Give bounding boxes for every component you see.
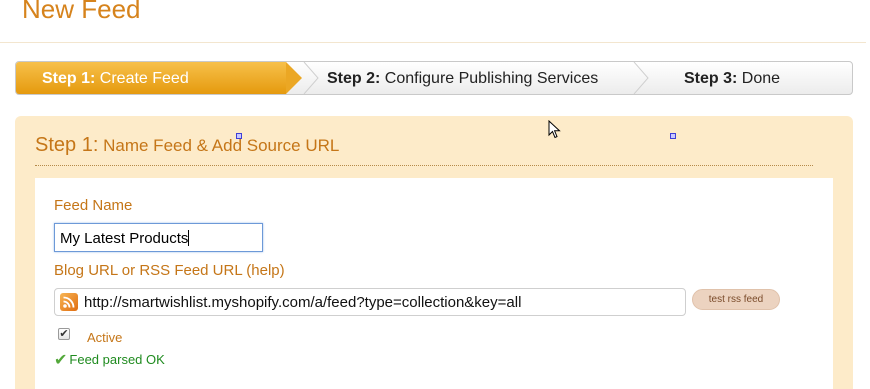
step-3-label: Done: [737, 70, 781, 87]
mouse-cursor-icon: [548, 120, 561, 139]
feed-form: Feed Name My Latest Products Blog URL or…: [35, 178, 833, 389]
page-title: New Feed: [22, 0, 141, 24]
title-divider: [0, 42, 866, 43]
step-separator: [303, 62, 319, 94]
step-3-done[interactable]: Step 3: Done: [684, 62, 780, 94]
active-label: Active: [87, 330, 123, 345]
step-1-arrow: [286, 62, 302, 94]
rss-icon: [60, 293, 78, 311]
feed-status: ✔ Feed parsed OK: [54, 350, 165, 370]
text-caret: [188, 230, 190, 246]
feed-name-value: My Latest Products: [60, 230, 189, 247]
active-checkbox[interactable]: ✔: [58, 328, 70, 340]
checkmark-icon: ✔: [54, 352, 68, 369]
step-1-label: Create Feed: [95, 70, 189, 87]
test-rss-feed-button[interactable]: test rss feed: [692, 289, 780, 310]
feed-name-label: Feed Name: [54, 197, 133, 214]
step-3-number: Step 3:: [684, 70, 738, 87]
step-progress-bar: Step 1: Create Feed Step 2: Configure Pu…: [15, 61, 853, 95]
step-separator: [633, 62, 649, 94]
source-url-value: http://smartwishlist.myshopify.com/a/fee…: [84, 294, 522, 311]
panel-heading-step: Step 1:: [35, 134, 99, 156]
panel-divider: [35, 165, 813, 166]
source-url-label[interactable]: Blog URL or RSS Feed URL (help): [54, 262, 285, 279]
panel-heading: Step 1: Name Feed & Add Source URL: [35, 134, 339, 157]
resize-handle[interactable]: [670, 133, 676, 139]
step-2-number: Step 2:: [327, 70, 381, 87]
feed-status-text: Feed parsed OK: [69, 352, 165, 367]
source-url-input[interactable]: http://smartwishlist.myshopify.com/a/fee…: [54, 288, 686, 316]
step-1-number: Step 1:: [42, 70, 96, 87]
step-1-create-feed[interactable]: Step 1: Create Feed: [16, 62, 286, 94]
step-1-panel: Step 1: Name Feed & Add Source URL Feed …: [15, 116, 853, 389]
resize-handle[interactable]: [236, 133, 242, 139]
new-feed-page: New Feed Step 1: Create Feed Step 2: Con…: [0, 0, 870, 389]
panel-heading-text: Name Feed & Add Source URL: [98, 136, 340, 155]
feed-name-input[interactable]: My Latest Products: [54, 223, 263, 252]
step-2-configure-publishing[interactable]: Step 2: Configure Publishing Services: [327, 62, 598, 94]
step-2-label: Configure Publishing Services: [380, 70, 599, 87]
